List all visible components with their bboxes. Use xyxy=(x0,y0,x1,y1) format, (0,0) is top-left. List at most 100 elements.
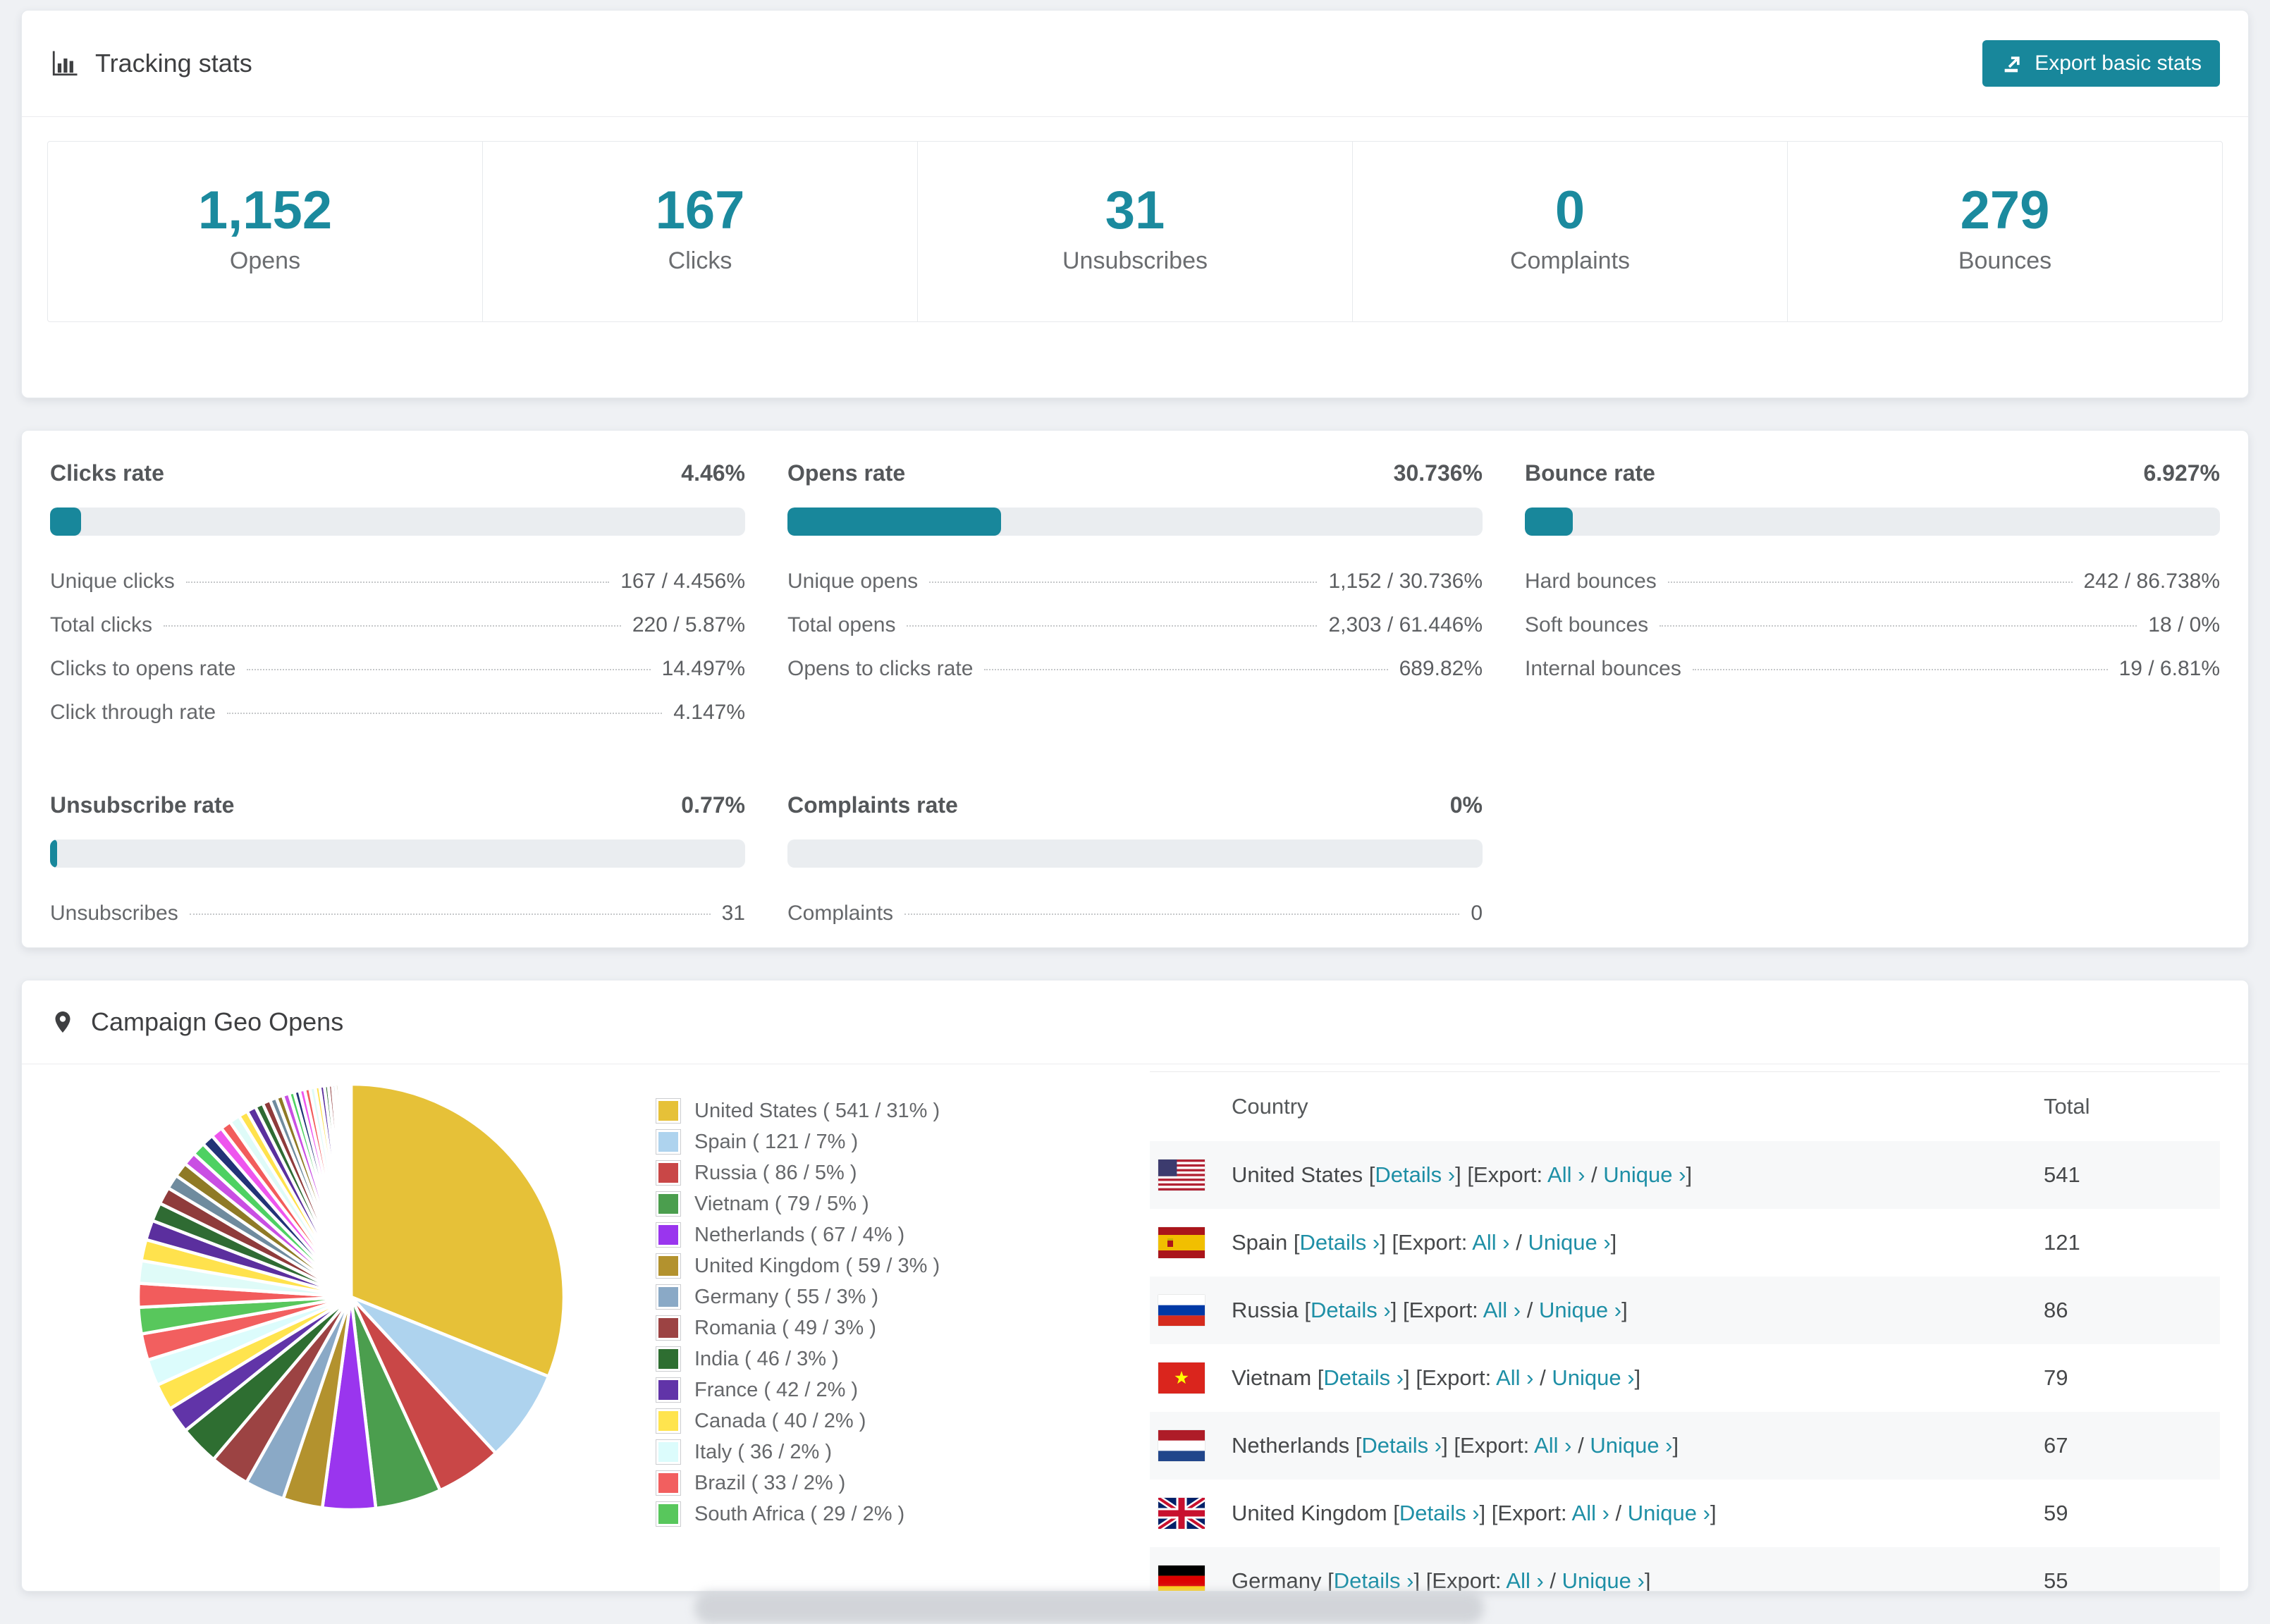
rate-row-value: 242 / 86.738% xyxy=(2083,570,2221,593)
export-all-link[interactable]: All › xyxy=(1496,1365,1533,1390)
export-icon xyxy=(2001,51,2025,75)
rate-row-value: 2,303 / 61.446% xyxy=(1328,613,1483,636)
legend-label: Vietnam ( 79 / 5% ) xyxy=(694,1192,869,1215)
progress-bar xyxy=(50,839,745,868)
flag-cell xyxy=(1150,1565,1232,1591)
rate-row: Hard bounces 242 / 86.738% xyxy=(1525,560,2220,603)
summary-label: Bounces xyxy=(1958,247,2052,274)
rate-row-value: 4.147% xyxy=(673,701,745,724)
export-all-link[interactable]: All › xyxy=(1547,1162,1585,1187)
export-all-link[interactable]: All › xyxy=(1483,1298,1521,1322)
rate-row-label: Unique clicks xyxy=(50,570,175,593)
dotted-leader xyxy=(1667,582,2073,583)
geo-table-row: Russia [Details ›] [Export: All › / Uniq… xyxy=(1150,1277,2220,1344)
country-cell: Russia [Details ›] [Export: All › / Uniq… xyxy=(1232,1298,1628,1322)
legend-label: Russia ( 86 / 5% ) xyxy=(694,1161,857,1184)
legend-swatch xyxy=(656,1346,681,1372)
details-link[interactable]: Details › xyxy=(1334,1568,1414,1591)
rate-block-bounce: Bounce rate 6.927% Hard bounces 242 / 86.73… xyxy=(1525,460,2220,734)
summary-clicks: 167 Clicks xyxy=(482,142,917,321)
summary-value: 167 xyxy=(655,180,745,240)
details-link[interactable]: Details › xyxy=(1375,1162,1455,1187)
export-all-link[interactable]: All › xyxy=(1534,1433,1571,1458)
bar-chart-icon xyxy=(50,49,80,78)
legend-label: United Kingdom ( 59 / 3% ) xyxy=(694,1254,940,1277)
legend-label: Italy ( 36 / 2% ) xyxy=(694,1440,833,1463)
geo-content: United States ( 541 / 31% ) Spain ( 121 /… xyxy=(22,1064,2248,1591)
rate-row-label: Unique opens xyxy=(787,570,919,593)
legend-item: Netherlands ( 67 / 4% ) xyxy=(656,1219,1150,1250)
rate-row-value: 19 / 6.81% xyxy=(2118,657,2220,680)
export-all-link[interactable]: All › xyxy=(1506,1568,1543,1591)
details-link[interactable]: Details › xyxy=(1300,1230,1380,1255)
rate-title: Clicks rate xyxy=(50,460,164,486)
rate-row-value: 14.497% xyxy=(661,657,745,680)
legend-label: Germany ( 55 / 3% ) xyxy=(694,1285,879,1308)
details-link[interactable]: Details › xyxy=(1399,1501,1480,1525)
progress-bar-fill xyxy=(1525,508,1573,536)
summary-opens: 1,152 Opens xyxy=(48,142,482,321)
rate-row: Total opens 2,303 / 61.446% xyxy=(787,603,1483,647)
legend-swatch xyxy=(656,1191,681,1217)
legend-item: Italy ( 36 / 2% ) xyxy=(656,1437,1150,1468)
legend-item: Russia ( 86 / 5% ) xyxy=(656,1157,1150,1188)
rate-title: Complaints rate xyxy=(787,792,958,818)
rate-title: Bounce rate xyxy=(1525,460,1655,486)
rate-row: Internal bounces 19 / 6.81% xyxy=(1525,647,2220,691)
horizontal-scrollbar-thumb[interactable] xyxy=(694,1592,1484,1624)
rate-row-label: Unsubscribes xyxy=(50,902,178,925)
rate-row: Clicks to opens rate 14.497% xyxy=(50,647,745,691)
rate-title: Opens rate xyxy=(787,460,906,486)
country-cell: Spain [Details ›] [Export: All › / Uniqu… xyxy=(1232,1230,1617,1255)
progress-bar xyxy=(1525,508,2220,536)
rate-row: Complaints 0 xyxy=(787,892,1483,935)
export-unique-link[interactable]: Unique › xyxy=(1562,1568,1645,1591)
legend-item: India ( 46 / 3% ) xyxy=(656,1343,1150,1374)
flag-us xyxy=(1158,1159,1205,1191)
flag-cell xyxy=(1150,1362,1232,1394)
summary-complaints: 0 Complaints xyxy=(1352,142,1787,321)
details-link[interactable]: Details › xyxy=(1361,1433,1442,1458)
rate-row-label: Total opens xyxy=(787,613,896,636)
details-link[interactable]: Details › xyxy=(1323,1365,1404,1390)
dotted-leader xyxy=(1659,625,2137,627)
export-unique-link[interactable]: Unique › xyxy=(1552,1365,1634,1390)
legend-label: United States ( 541 / 31% ) xyxy=(694,1099,940,1122)
flag-cell xyxy=(1150,1498,1232,1529)
export-unique-link[interactable]: Unique › xyxy=(1590,1433,1672,1458)
country-cell: Vietnam [Details ›] [Export: All › / Uni… xyxy=(1232,1365,1641,1390)
export-unique-link[interactable]: Unique › xyxy=(1628,1501,1710,1525)
export-unique-link[interactable]: Unique › xyxy=(1603,1162,1686,1187)
legend-swatch xyxy=(656,1470,681,1496)
country-cell: Netherlands [Details ›] [Export: All › /… xyxy=(1232,1433,1679,1458)
export-all-link[interactable]: All › xyxy=(1472,1230,1509,1255)
map-pin-icon xyxy=(50,1007,75,1037)
flag-cell xyxy=(1150,1159,1232,1191)
export-unique-link[interactable]: Unique › xyxy=(1539,1298,1621,1322)
rate-head: Clicks rate 4.46% xyxy=(50,460,745,486)
rate-row-label: Opens to clicks rate xyxy=(787,657,974,680)
summary-value: 31 xyxy=(1105,180,1165,240)
dotted-leader xyxy=(907,625,1318,627)
rate-block-opens: Opens rate 30.736% Unique opens 1,152 / 30.… xyxy=(787,460,1483,734)
summary-value: 1,152 xyxy=(197,180,333,240)
rate-head: Opens rate 30.736% xyxy=(787,460,1483,486)
flag-cell xyxy=(1150,1295,1232,1326)
dotted-leader xyxy=(164,625,621,627)
dotted-leader xyxy=(1692,669,2108,670)
progress-bar xyxy=(787,839,1483,868)
rate-row-label: Total clicks xyxy=(50,613,153,636)
total-cell: 541 xyxy=(2044,1162,2080,1187)
rates-card: Clicks rate 4.46% Unique clicks 167 / 4.456… xyxy=(21,430,2249,948)
export-unique-link[interactable]: Unique › xyxy=(1528,1230,1610,1255)
details-link[interactable]: Details › xyxy=(1311,1298,1391,1322)
progress-bar-fill xyxy=(50,839,57,868)
legend-label: Canada ( 40 / 2% ) xyxy=(694,1409,866,1432)
export-all-link[interactable]: All › xyxy=(1572,1501,1609,1525)
geo-table-row: Vietnam [Details ›] [Export: All › / Uni… xyxy=(1150,1344,2220,1412)
country-name: Netherlands xyxy=(1232,1433,1350,1458)
country-name: Russia xyxy=(1232,1298,1299,1322)
rate-value: 0.77% xyxy=(681,792,745,818)
export-basic-stats-button[interactable]: Export basic stats xyxy=(1982,40,2220,87)
flag-gb xyxy=(1158,1498,1205,1529)
